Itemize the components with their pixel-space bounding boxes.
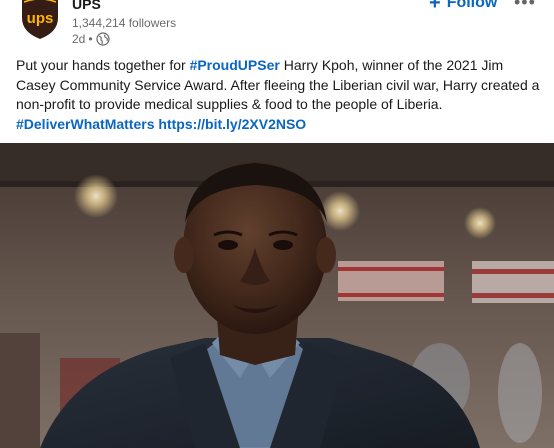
post-time: 2d	[72, 32, 86, 46]
linkedin-post: ups UPS 1,344,214 followers 2d • + Follo…	[0, 0, 554, 448]
hashtag-proudupser[interactable]: #ProudUPSer	[190, 57, 280, 73]
hashtag-deliverwhatmatters[interactable]: #DeliverWhatMatters	[16, 116, 155, 132]
separator-dot: •	[88, 32, 93, 46]
logo-text: ups	[27, 10, 54, 27]
follow-label: Follow	[446, 0, 498, 11]
more-icon[interactable]: •••	[514, 0, 538, 14]
video-frame	[0, 143, 554, 448]
post-link[interactable]: https://bit.ly/2XV2NSO	[158, 116, 306, 132]
globe-icon	[95, 32, 110, 46]
company-name[interactable]: UPS	[72, 0, 101, 13]
company-logo[interactable]: ups	[20, 0, 60, 40]
follow-button[interactable]: + Follow	[429, 0, 497, 14]
follower-count: 1,344,214 followers	[72, 16, 177, 30]
post-text-intro: Put your hands together for	[16, 57, 190, 73]
video-player[interactable]	[0, 143, 554, 448]
post-header: ups UPS 1,344,214 followers 2d • + Follo…	[0, 0, 554, 52]
post-meta: 2d •	[72, 31, 110, 47]
post-body: Put your hands together for #ProudUPSer …	[16, 56, 540, 134]
plus-icon: +	[429, 0, 441, 14]
